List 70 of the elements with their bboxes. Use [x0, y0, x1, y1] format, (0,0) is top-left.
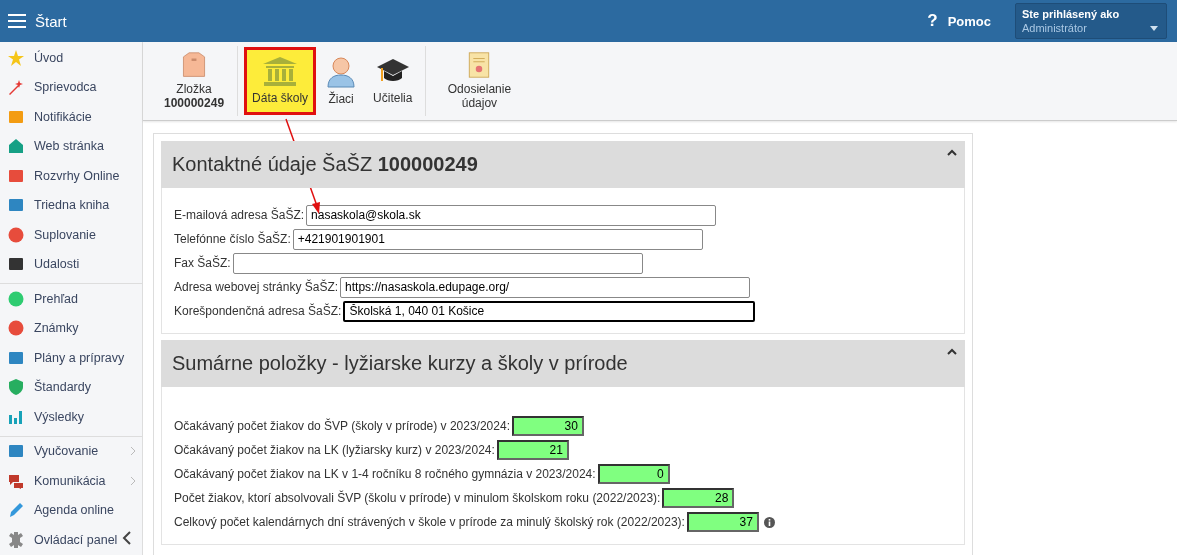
toolbar-button[interactable]: Odosielanie údajov [432, 47, 527, 115]
gear-icon [8, 531, 24, 548]
user-label: Ste prihlásený ako [1022, 8, 1121, 20]
sidebar-item[interactable]: Komunikácia [0, 466, 142, 496]
sidebar-item[interactable]: Vyučovanie [0, 436, 142, 466]
chevron-icon [130, 446, 136, 457]
sidebar-item[interactable]: Rozvrhy Online [0, 161, 142, 191]
sidebar-item[interactable]: Ovládací panel [0, 525, 142, 555]
input-field[interactable]: nasaskola@skola.sk [306, 204, 717, 226]
sidebar-item[interactable]: Úvod [0, 43, 142, 73]
field-label: Očakávaný počet žiakov na LK v 1-4 ročníku 8 ročného gymnázia v 2023/2024: [174, 467, 596, 481]
sidebar-item[interactable]: Web stránka [0, 131, 142, 161]
number-field[interactable]: 21 [496, 440, 569, 460]
field-label: Telefónne číslo ŠaŠZ: [174, 232, 291, 246]
sidebar-item[interactable]: Notifikácie [0, 102, 142, 132]
building-icon [262, 57, 299, 87]
pen-icon [8, 502, 24, 519]
input-field[interactable]: Školská 1, 040 01 Košice [343, 300, 756, 322]
field-label: Celkový počet kalendárnych dní strávených v škole v prírode za minulý školský rok (2022/2023): [174, 515, 685, 529]
circle-icon [8, 320, 24, 337]
input-field[interactable]: https://nasaskola.edupage.org/ [340, 276, 751, 298]
help-link[interactable]: Pomoc [947, 13, 991, 29]
star-icon [8, 49, 24, 66]
section-header[interactable]: Sumárne položky - lyžiarske kurzy a školy v prírode [161, 340, 965, 387]
help-icon[interactable]: ? [927, 11, 938, 31]
input-field[interactable]: +421901901901 [292, 228, 703, 250]
field-label: Očakávaný počet žiakov na LK (lyžiarsky kurz) v 2023/2024: [174, 443, 495, 457]
section-title: Sumárne položky - lyžiarske kurzy a školy v prírode [172, 352, 628, 375]
number-field[interactable]: 0 [597, 464, 670, 484]
input-field[interactable] [232, 252, 643, 274]
section-title: Kontaktné údaje ŠaŠZ 100000249 [172, 153, 478, 176]
user-dropdown[interactable]: Ste prihlásený ako Administrátor [1015, 3, 1167, 39]
sidebar-item[interactable]: Prehľad [0, 284, 142, 314]
sidebar-item[interactable]: Suplovanie [0, 220, 142, 250]
toolbar-button[interactable]: Zložka 100000249 [157, 47, 232, 115]
field-label: Očakávaný počet žiakov do ŠVP (školy v prírode) v 2023/2024: [174, 419, 510, 433]
caret-icon[interactable] [947, 348, 957, 355]
toolbar-button[interactable]: Žiaci [316, 47, 367, 115]
number-field[interactable]: 37 [686, 512, 759, 532]
house-icon [8, 138, 24, 155]
field-label: Korešpondenčná adresa ŠaŠZ: [174, 304, 342, 318]
toolbar-button[interactable]: Učitelia [366, 47, 420, 115]
toolbar-button[interactable]: Dáta školy [244, 47, 317, 115]
field-label: Fax ŠaŠZ: [174, 256, 231, 270]
field-label: Počet žiakov, ktorí absolvovali ŠVP (školu v prírode) v minulom školskom roku (2022/2023): [174, 491, 661, 505]
sidebar-item[interactable]: Agenda online [0, 495, 142, 525]
wand-icon [8, 79, 24, 96]
sidebar-item[interactable]: Sprievodca [0, 72, 142, 102]
caret-icon[interactable] [947, 149, 957, 156]
number-field[interactable]: 28 [662, 488, 735, 508]
page-title: Štart [35, 12, 67, 30]
chat-icon [8, 472, 24, 489]
sidebar-item[interactable]: Udalosti [0, 249, 142, 279]
menu-icon[interactable] [8, 14, 26, 28]
shield-icon [8, 379, 24, 396]
sidebar-item[interactable]: Triedna kniha [0, 190, 142, 220]
collapse-icon[interactable] [122, 531, 132, 545]
field-label: Adresa webovej stránky ŠaŠZ: [174, 280, 339, 294]
sidebar-item[interactable]: Výsledky [0, 402, 142, 432]
section-header[interactable]: Kontaktné údaje ŠaŠZ 100000249 [161, 141, 965, 188]
chevron-icon [130, 475, 136, 486]
field-label: E-mailová adresa ŠaŠZ: [174, 208, 305, 222]
sidebar-item[interactable]: Známky [0, 313, 142, 343]
user-role: Administrátor [1022, 22, 1087, 34]
sidebar-item[interactable]: Štandardy [0, 372, 142, 402]
bars-icon [8, 408, 24, 425]
number-field[interactable]: 30 [511, 416, 584, 436]
info-icon[interactable] [763, 516, 775, 528]
sidebar-item[interactable]: Plány a prípravy [0, 343, 142, 373]
caret-icon [1150, 26, 1158, 31]
